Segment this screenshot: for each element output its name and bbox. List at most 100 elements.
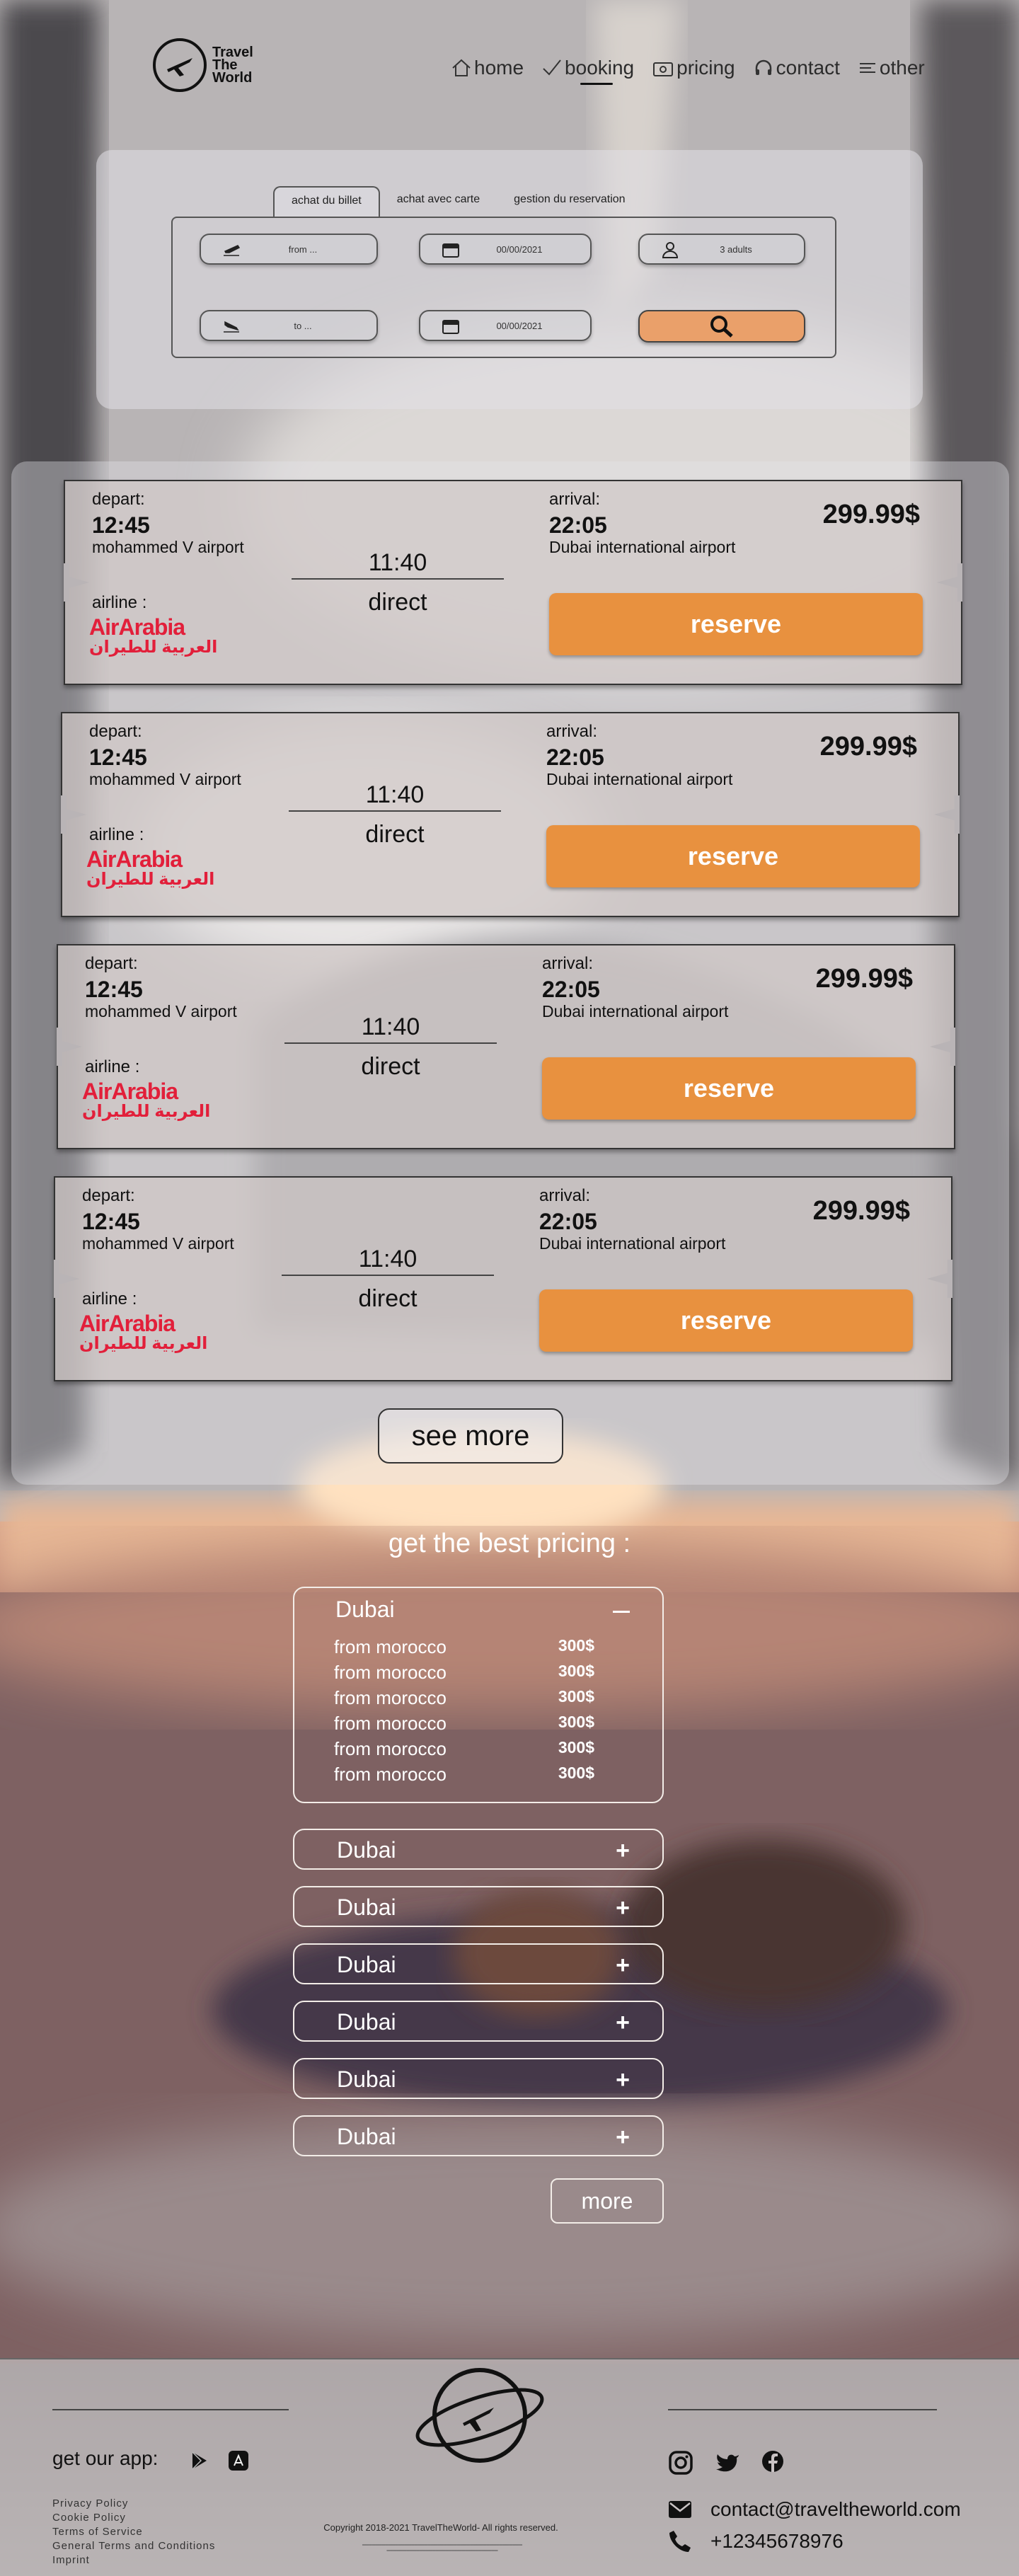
mail-icon [669,2501,691,2518]
ticket-notch [61,795,86,834]
depart-time: 12:45 [89,744,147,770]
tab-achat-avec-carte[interactable]: achat avec carte [380,186,497,217]
google-play-icon[interactable] [188,2450,209,2471]
facebook-icon[interactable] [761,2450,784,2473]
ticket-notch [937,563,962,602]
depart-time: 12:45 [82,1209,140,1234]
app-store-icon[interactable] [228,2450,249,2471]
nav-contact[interactable]: contact [754,57,840,79]
airline-name-ar: العربية للطيران [79,1334,208,1353]
airarabia-logo: AirArabia العربية للطيران [86,848,214,889]
from-field[interactable]: from ... [200,234,378,265]
search-icon [710,316,733,338]
brand-name: Travel The World [212,45,253,85]
phone-text: +12345678976 [710,2530,844,2552]
passengers-field[interactable]: 3 adults [638,234,805,265]
depart-airport: mohammed V airport [89,770,241,788]
price-value: 300$ [558,1738,594,1756]
accordion-destination: Dubai [337,2124,396,2149]
airarabia-logo: AirArabia العربية للطيران [89,616,217,657]
price-value: 300$ [558,1687,594,1706]
airline-label: airline : [92,593,147,612]
plane-takeoff-icon [224,245,241,256]
contact-email[interactable]: contact@traveltheworld.com [668,2498,961,2521]
minus-icon[interactable] [613,1611,630,1613]
plus-icon[interactable]: + [616,2066,630,2094]
pricing-accordion[interactable]: Dubai + [293,1829,664,1870]
phone-icon [669,2531,691,2552]
flight-type: direct [368,589,427,616]
flight-price: 299.99$ [812,1196,910,1226]
depart-airport: mohammed V airport [92,538,244,556]
pricing-accordion[interactable]: Dubai + [293,2115,664,2156]
nav-home[interactable]: home [451,57,524,79]
twitter-icon[interactable] [715,2450,740,2476]
arrival-label: arrival: [539,1186,591,1205]
price-origin: from morocco [334,1738,447,1759]
accordion-destination: Dubai [337,1894,396,1920]
pricing-accordion-open[interactable]: Dubai from morocco 300$ from morocco 300$ … [293,1587,664,1803]
instagram-icon[interactable] [668,2450,693,2476]
arrival-time: 22:05 [546,744,604,770]
pricing-accordion[interactable]: Dubai + [293,2001,664,2042]
airarabia-logo: AirArabia العربية للطيران [79,1312,207,1353]
accordion-destination: Dubai [335,1597,395,1622]
ticket-notch [930,1028,955,1066]
plus-icon[interactable]: + [616,1837,630,1865]
menu-icon [859,63,875,73]
plus-icon[interactable]: + [616,1952,630,1979]
footer-link-privacy[interactable]: Privacy Policy [52,2497,215,2511]
nav-other[interactable]: other [858,57,925,79]
ticket-notch [64,563,89,602]
tab-gestion-reservation[interactable]: gestion du reservation [497,186,642,217]
arrival-airport: Dubai international airport [539,1234,726,1253]
arrival-label: arrival: [542,954,594,973]
flight-duration: 11:40 [292,549,504,580]
plus-icon[interactable]: + [616,2009,630,2037]
price-value: 300$ [558,1764,594,1782]
price-origin: from morocco [334,1764,447,1785]
pricing-accordion[interactable]: Dubai + [293,1943,664,1984]
flight-price: 299.99$ [819,732,917,761]
see-more-button[interactable]: see more [378,1408,563,1464]
search-button[interactable] [638,310,805,343]
price-origin: from morocco [334,1662,447,1683]
more-button[interactable]: more [551,2178,664,2224]
flight-ticket: depart: 12:45 mohammed V airport airline… [54,1176,952,1381]
depart-airport: mohammed V airport [82,1234,234,1253]
ticket-notch [927,1260,952,1298]
arrival-airport: Dubai international airport [542,1002,729,1020]
footer-divider [52,2409,289,2410]
to-field[interactable]: to ... [200,310,378,341]
return-date-field[interactable]: 00/00/2021 [419,310,592,341]
reserve-button[interactable]: reserve [542,1057,916,1120]
plane-landing-icon [224,321,239,333]
airline-name-en: AirArabia [82,1079,178,1104]
footer-link-imprint[interactable]: Imprint [52,2553,215,2568]
nav-booking[interactable]: booking [542,57,634,85]
price-row: from morocco 300$ [334,1764,631,1786]
brand-logo[interactable]: Travel The World [151,37,253,93]
price-row: from morocco 300$ [334,1687,631,1709]
reserve-button[interactable]: reserve [539,1289,913,1352]
nav-home-label: home [474,57,524,79]
reserve-button[interactable]: reserve [546,825,920,887]
nav-pricing-label: pricing [677,57,735,79]
reserve-button[interactable]: reserve [549,593,923,655]
tab-achat-du-billet[interactable]: achat du billet [273,186,380,217]
plus-icon[interactable]: + [616,2124,630,2151]
depart-date-field[interactable]: 00/00/2021 [419,234,592,265]
depart-label: depart: [85,954,138,973]
depart-time: 12:45 [92,512,150,538]
main-nav: home booking pricing contact other [451,57,925,85]
footer-divider [668,2409,937,2410]
nav-pricing[interactable]: pricing [652,57,735,79]
legal-fine-print: ▁▁▁▁▁▁▁▁▁▁▁▁▁▁▁▁▁▁▁▁▁▁▁▁▁▁▁▁▁▁▁▁▁▁▁▁▁▁▁▁… [362,2541,523,2551]
arrival-label: arrival: [549,490,601,509]
pricing-accordion[interactable]: Dubai + [293,2058,664,2099]
contact-phone[interactable]: +12345678976 [668,2529,844,2553]
pricing-accordion[interactable]: Dubai + [293,1886,664,1927]
price-row: from morocco 300$ [334,1738,631,1760]
footer-link-general-terms[interactable]: General Terms and Conditions [52,2539,215,2553]
plus-icon[interactable]: + [616,1894,630,1922]
